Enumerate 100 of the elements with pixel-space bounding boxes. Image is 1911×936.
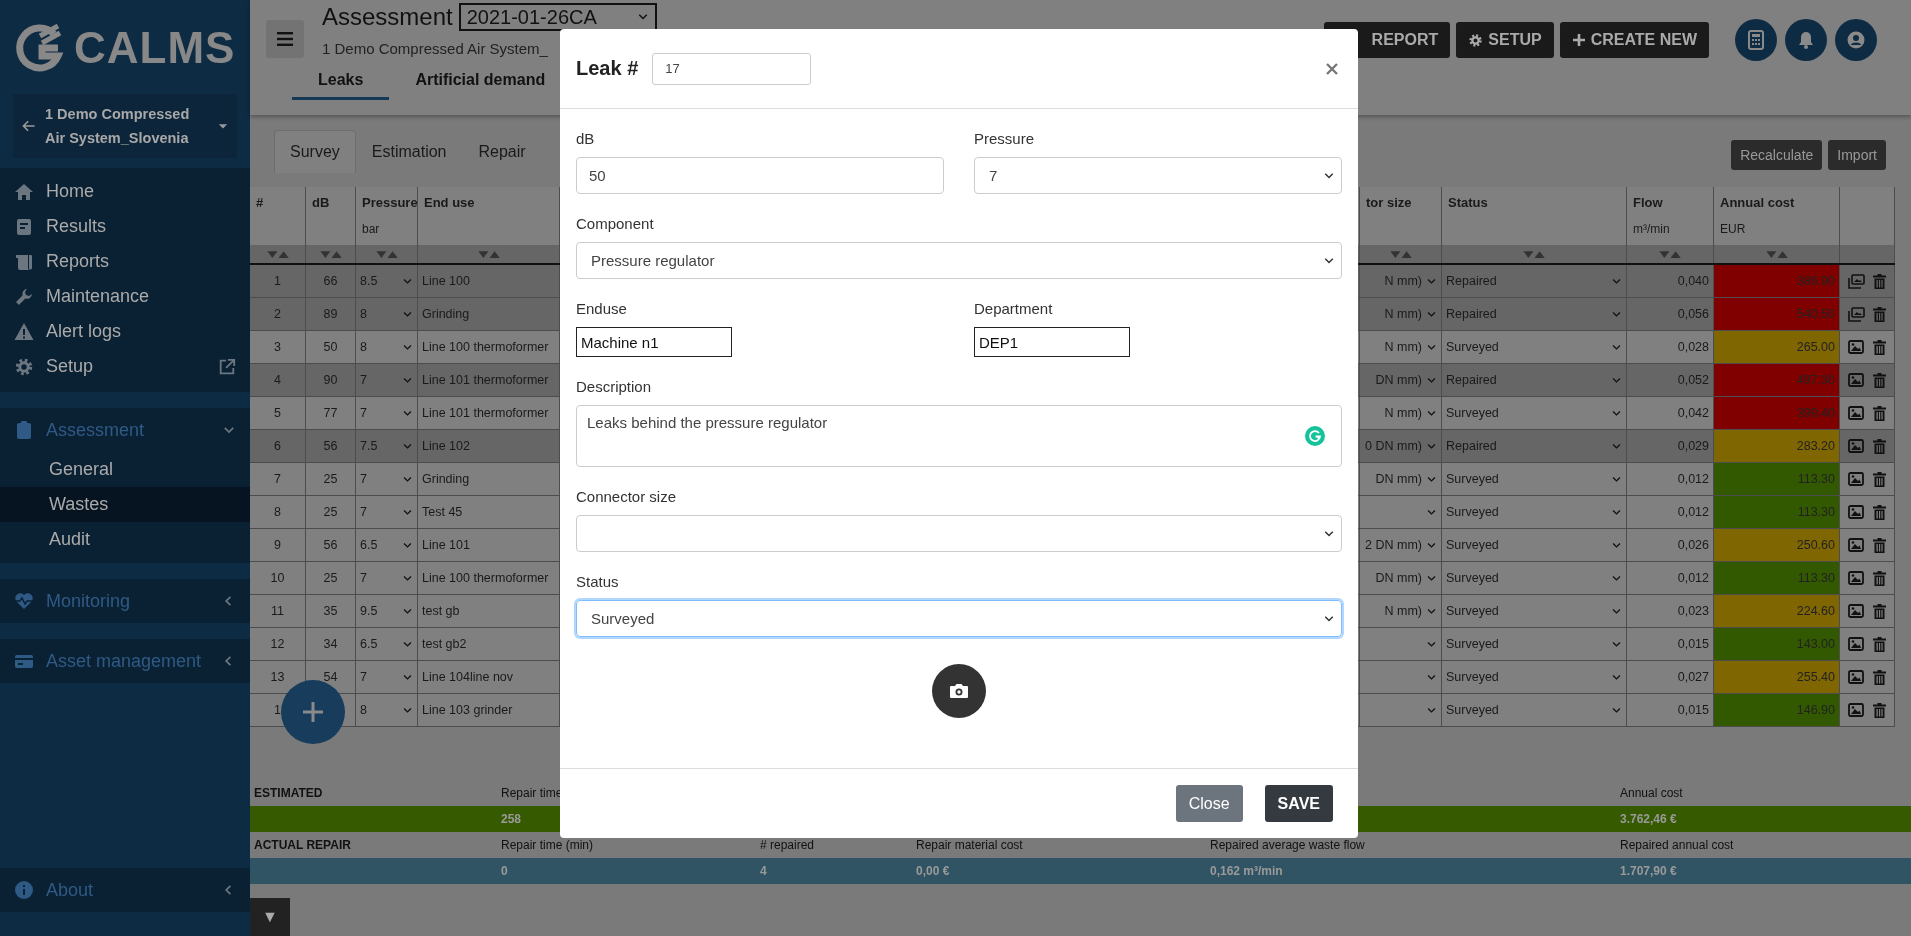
- table-cell: 3: [274, 340, 281, 354]
- table-cell: Grinding: [422, 472, 470, 486]
- table-cell: 25: [323, 505, 338, 519]
- table-cell: Line 103 grinder: [422, 703, 513, 717]
- table-cell: 0,040: [1677, 274, 1709, 288]
- table-cell: 0,023: [1677, 604, 1709, 618]
- table-cell: 0,056: [1677, 307, 1709, 321]
- table-cell: 0,015: [1677, 637, 1709, 651]
- table-cell: Line 100 thermoformer: [422, 340, 549, 354]
- field-label: Description: [576, 377, 652, 397]
- table-cell: Line 101: [422, 538, 470, 552]
- field-label: Status: [576, 572, 619, 592]
- summary-value: 1.707,90 €: [1619, 864, 1678, 878]
- table-cell: 56: [323, 439, 338, 453]
- table-cell: 13: [270, 670, 285, 684]
- cost-cell: 497.30: [1714, 364, 1840, 396]
- table-cell: 0,028: [1677, 340, 1709, 354]
- field-label: Pressure: [974, 129, 1035, 149]
- summary-title: ESTIMATED: [253, 786, 324, 800]
- modal-title: Leak #: [576, 57, 639, 80]
- field-label: Enduse: [576, 299, 627, 319]
- table-cell: 6: [274, 439, 281, 453]
- table-cell: 12: [270, 637, 285, 651]
- summary-title: ACTUAL REPAIR: [253, 838, 352, 852]
- table-cell: 9: [274, 538, 281, 552]
- column-header: Flow: [1633, 195, 1663, 210]
- table-cell: 54: [323, 670, 338, 684]
- table-cell: 8: [274, 505, 281, 519]
- table-cell: test gb: [422, 604, 460, 618]
- cost-cell: 386.90: [1714, 265, 1840, 297]
- summary-value: 4: [759, 864, 768, 878]
- table-cell: 0,052: [1677, 373, 1709, 387]
- table-cell: Line 102: [422, 439, 470, 453]
- table-cell: 0,026: [1677, 538, 1709, 552]
- table-cell: 7: [274, 472, 281, 486]
- table-cell: 66: [323, 274, 338, 288]
- table-cell: test gb2: [422, 637, 467, 651]
- summary-value: 258: [500, 812, 523, 826]
- page-subtitle: 1 Demo Compressed Air System_: [322, 40, 549, 57]
- cost-cell: 265.00: [1714, 331, 1840, 363]
- table-cell: Line 100: [422, 274, 470, 288]
- table-cell: 77: [323, 406, 338, 420]
- logo-text: CALMS: [74, 23, 236, 73]
- table-cell: 2: [274, 307, 281, 321]
- cost-cell: 283.20: [1714, 430, 1840, 462]
- table-cell: 89: [323, 307, 338, 321]
- cost-cell: 250.60: [1714, 529, 1840, 561]
- summary-label: Repaired average waste flow: [1209, 838, 1366, 852]
- table-cell: 0,012: [1677, 505, 1709, 519]
- table-cell: 0,042: [1677, 406, 1709, 420]
- table-cell: 5: [274, 406, 281, 420]
- field-label: Component: [576, 214, 654, 234]
- summary-value: 3.762,46 €: [1619, 812, 1678, 826]
- table-cell: Test 45: [422, 505, 463, 519]
- summary-label: # repaired: [759, 838, 816, 852]
- table-cell: 0,029: [1677, 439, 1709, 453]
- cost-cell: 255.40: [1714, 661, 1840, 693]
- table-cell: 0,012: [1677, 472, 1709, 486]
- table-cell: 11: [271, 604, 284, 618]
- column-header: Annual cost: [1720, 195, 1795, 210]
- table-cell: 1: [274, 274, 281, 288]
- cost-cell: 224.60: [1714, 595, 1840, 627]
- column-header: Pressure: [362, 195, 417, 210]
- column-header: #: [256, 195, 264, 210]
- table-cell: 10: [270, 571, 285, 585]
- table-cell: Grinding: [422, 307, 470, 321]
- table-cell: Line 101 thermoformer: [422, 406, 549, 420]
- table-cell: Line 100 thermoformer: [422, 571, 549, 585]
- summary-value: 0,00 €: [915, 864, 951, 878]
- summary-value: 0: [500, 864, 509, 878]
- column-unit: bar: [362, 222, 380, 236]
- column-header: tor size: [1366, 195, 1412, 210]
- column-unit: m³/min: [1633, 222, 1670, 236]
- table-cell: 35: [323, 604, 338, 618]
- field-label: dB: [576, 129, 595, 149]
- table-cell: 0,012: [1677, 571, 1709, 585]
- table-cell: 50: [323, 340, 338, 354]
- column-header: End use: [424, 195, 475, 210]
- column-header: dB: [312, 195, 330, 210]
- summary-label: Repair time (min): [500, 838, 594, 852]
- table-cell: Line 101 thermoformer: [422, 373, 549, 387]
- summary-label: Repair material cost: [915, 838, 1024, 852]
- table-cell: 4: [274, 373, 281, 387]
- table-cell: 0,027: [1677, 670, 1709, 684]
- table-cell: 0,015: [1677, 703, 1709, 717]
- column-header: Status: [1448, 195, 1488, 210]
- summary-label: Repaired annual cost: [1619, 838, 1735, 852]
- column-unit: EUR: [1720, 222, 1746, 236]
- cost-cell: 399.40: [1714, 397, 1840, 429]
- field-label: Connector size: [576, 487, 677, 507]
- table-cell: 34: [323, 637, 338, 651]
- table-cell: 56: [323, 538, 338, 552]
- table-cell: 90: [323, 373, 338, 387]
- table-cell: 1: [274, 703, 281, 717]
- field-label: Department: [974, 299, 1053, 319]
- table-cell: Line 104line nov: [422, 670, 514, 684]
- table-cell: 25: [323, 472, 338, 486]
- page-title: Assessment: [322, 3, 453, 31]
- summary-label: Annual cost: [1619, 786, 1684, 800]
- summary-value: 0,162 m³/min: [1209, 864, 1284, 878]
